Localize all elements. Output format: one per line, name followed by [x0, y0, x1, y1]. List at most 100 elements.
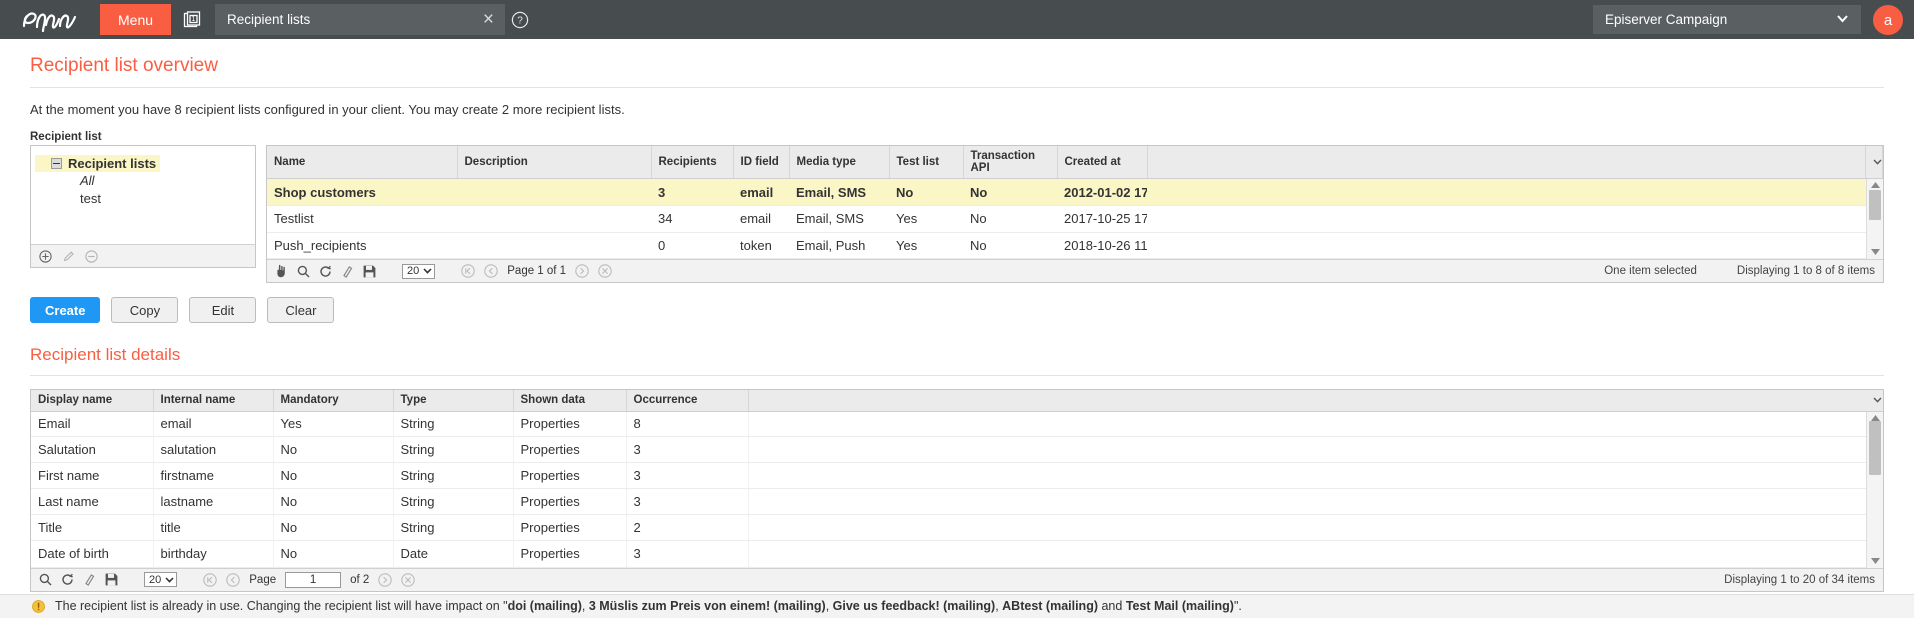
recipient-list-tree: Recipient lists All test [30, 145, 256, 268]
table-row[interactable]: First name firstname No String Propertie… [31, 462, 1866, 490]
details-first-page-button[interactable] [203, 572, 217, 587]
details-column-menu-button[interactable] [1866, 390, 1883, 412]
scroll-thumb[interactable] [1869, 190, 1881, 220]
col-mandatory[interactable]: Mandatory [273, 390, 394, 412]
col-id-field[interactable]: ID field [733, 146, 790, 179]
create-button[interactable]: Create [30, 297, 101, 323]
avatar[interactable]: a [1873, 5, 1903, 35]
eraser-icon[interactable] [83, 573, 96, 586]
details-page-label: Page [249, 573, 277, 586]
table-row[interactable]: Shop customers 3 email Email, SMS No No … [267, 179, 1866, 206]
col-display-name[interactable]: Display name [31, 390, 154, 412]
scroll-down-icon[interactable] [1870, 248, 1880, 257]
details-page-size-select[interactable]: 20 [144, 572, 178, 587]
table-row[interactable]: Salutation salutation No String Properti… [31, 436, 1866, 464]
scroll-down-icon[interactable] [1870, 557, 1880, 566]
col-filler [1147, 146, 1866, 179]
warning-text: The recipient list is already in use. Ch… [55, 599, 1242, 613]
close-icon[interactable]: × [478, 10, 499, 29]
col-shown-data[interactable]: Shown data [513, 390, 627, 412]
cell-description [457, 205, 651, 233]
edit-button[interactable]: Edit [189, 297, 257, 323]
search-icon[interactable] [39, 573, 52, 586]
col-recipients[interactable]: Recipients [651, 146, 734, 179]
table-row[interactable]: Title title No String Properties 2 [31, 514, 1866, 542]
add-icon[interactable] [39, 249, 52, 263]
table-row[interactable]: Last name lastname No String Properties … [31, 488, 1866, 516]
cell-media-type: Email, Push [789, 232, 889, 259]
cell-type: String [393, 488, 514, 516]
tree-node-test[interactable]: test [80, 190, 251, 208]
svg-text:1: 1 [192, 16, 196, 23]
col-filler [748, 390, 1866, 412]
refresh-icon[interactable] [319, 265, 332, 278]
pointer-icon[interactable] [275, 264, 288, 278]
chevron-down-icon [165, 575, 174, 585]
first-page-button[interactable] [461, 264, 475, 278]
col-type[interactable]: Type [393, 390, 514, 412]
col-transaction-api[interactable]: Transaction API [963, 146, 1058, 179]
episerver-logo[interactable] [0, 0, 100, 39]
table-row[interactable]: Email email Yes String Properties 8 [31, 411, 1866, 438]
table-row[interactable]: Date of birth birthday No Date Propertie… [31, 540, 1866, 568]
col-occurrence[interactable]: Occurrence [626, 390, 749, 412]
last-page-button[interactable] [598, 264, 612, 278]
scroll-thumb[interactable] [1869, 420, 1881, 475]
cell-test-list: Yes [889, 205, 963, 233]
chevron-down-icon[interactable] [1873, 395, 1882, 405]
edit-icon[interactable] [62, 250, 75, 263]
main-content: Recipient list overview At the moment yo… [0, 55, 1914, 592]
grid-vertical-scrollbar[interactable] [1866, 179, 1883, 259]
cell-filler [748, 436, 1866, 464]
tree-node-all[interactable]: All [80, 172, 251, 190]
table-row[interactable]: Testlist 34 email Email, SMS Yes No 2017… [267, 205, 1866, 233]
next-page-button[interactable] [575, 264, 589, 278]
warning-item-3: ABtest (mailing) [1002, 599, 1098, 613]
chevron-down-icon[interactable] [1836, 14, 1849, 26]
cell-internal-name: birthday [153, 540, 274, 568]
details-next-page-button[interactable] [378, 572, 393, 587]
prev-page-button[interactable] [484, 264, 498, 278]
col-internal-name[interactable]: Internal name [153, 390, 274, 412]
page-size-select[interactable]: 20 [402, 263, 436, 279]
eraser-icon[interactable] [341, 265, 354, 278]
cell-occurrence: 3 [626, 462, 749, 490]
search-icon[interactable] [297, 265, 310, 278]
cell-transaction-api: No [963, 179, 1057, 206]
grid-column-menu-button[interactable] [1865, 146, 1883, 179]
details-prev-page-button[interactable] [226, 572, 240, 587]
table-row[interactable]: Push_recipients 0 token Email, Push Yes … [267, 232, 1866, 259]
remove-icon[interactable] [85, 249, 98, 263]
help-icon[interactable]: ? [505, 0, 535, 39]
menu-button[interactable]: Menu [100, 4, 172, 35]
details-last-page-button[interactable] [401, 572, 416, 587]
cell-display-name: Salutation [31, 436, 154, 464]
copy-button[interactable]: Copy [111, 297, 179, 323]
client-selector[interactable]: Episerver Campaign [1593, 5, 1861, 34]
warning-bar: The recipient list is already in use. Ch… [0, 593, 1914, 618]
cell-display-name: Email [31, 411, 154, 438]
collapse-icon[interactable] [51, 158, 62, 169]
details-vertical-scrollbar[interactable] [1866, 411, 1883, 568]
tree-node-root[interactable]: Recipient lists [35, 155, 161, 172]
grid-toolbar: 20 Page 1 of 1 One item selected Display… [267, 259, 1883, 282]
refresh-icon[interactable] [61, 573, 74, 586]
scroll-up-icon[interactable] [1870, 181, 1880, 190]
col-media-type[interactable]: Media type [789, 146, 890, 179]
cell-filler [748, 488, 1866, 516]
save-icon[interactable] [363, 265, 376, 278]
col-name[interactable]: Name [267, 146, 458, 179]
col-description[interactable]: Description [457, 146, 652, 179]
tab-recipient-lists[interactable]: Recipient lists × [215, 4, 506, 35]
col-test-list[interactable]: Test list [889, 146, 964, 179]
clear-button[interactable]: Clear [267, 297, 335, 323]
cell-created-at: 2018-10-26 11:55: [1057, 232, 1147, 259]
cell-recipients: 3 [651, 179, 733, 206]
save-icon[interactable] [105, 573, 118, 586]
chevron-down-icon[interactable] [1873, 157, 1882, 167]
workspace-icon[interactable]: 1 [171, 0, 215, 39]
cell-occurrence: 3 [626, 436, 749, 464]
details-page-input[interactable]: 1 [285, 571, 342, 588]
col-created-at[interactable]: Created at [1057, 146, 1148, 179]
cell-occurrence: 3 [626, 488, 749, 516]
